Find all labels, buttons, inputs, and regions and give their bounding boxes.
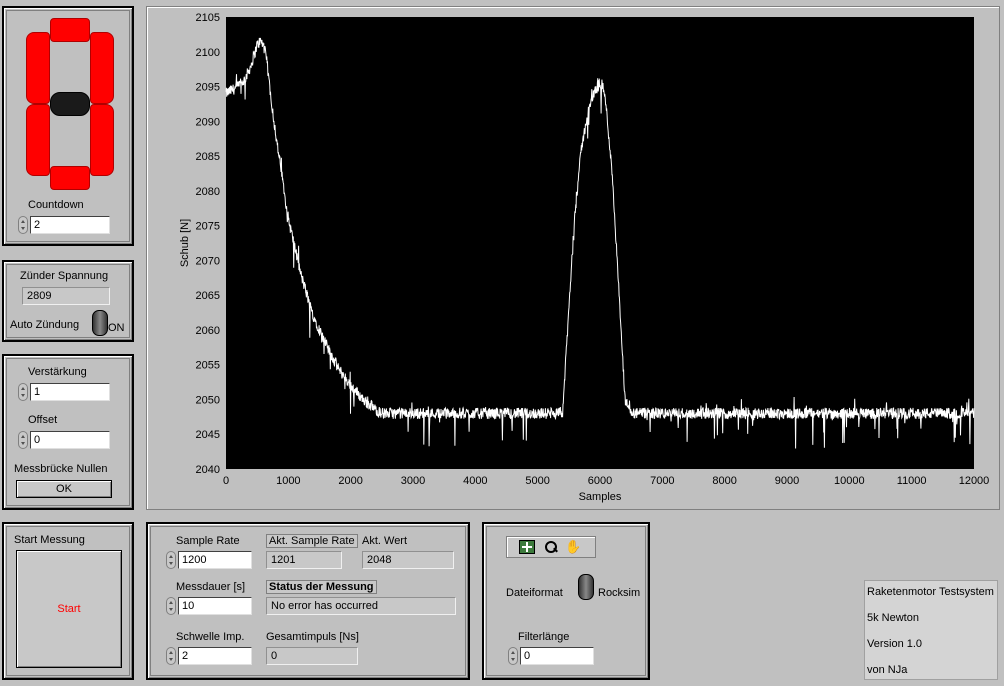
x-tick-label: 2000 <box>338 475 362 487</box>
y-axis-label: Schub [N] <box>179 219 191 267</box>
messdauer-spinner[interactable] <box>166 597 176 615</box>
x-tick-label: 12000 <box>959 475 990 487</box>
info-line-4: von NJa <box>867 664 908 676</box>
info-line-1: Raketenmotor Testsystem <box>867 586 994 598</box>
x-tick-label: 4000 <box>463 475 487 487</box>
gesamtimpuls-label: Gesamtimpuls [Ns] <box>266 631 359 643</box>
offset-spinner[interactable] <box>18 431 28 449</box>
verstaerkung-spinner[interactable] <box>18 383 28 401</box>
auto-zuendung-toggle[interactable] <box>92 310 108 336</box>
ok-button[interactable]: OK <box>16 480 112 498</box>
offset-input[interactable]: 0 <box>30 431 110 449</box>
filterlaenge-label: Filterlänge <box>518 631 570 643</box>
segment-b <box>90 32 114 104</box>
y-tick-label: 2065 <box>196 290 220 302</box>
y-tick-label: 2105 <box>196 12 220 24</box>
countdown-label: Countdown <box>28 199 84 211</box>
dateiformat-label: Dateiformat <box>506 587 563 599</box>
info-line-2: 5k Newton <box>867 612 919 624</box>
x-tick-label: 9000 <box>775 475 799 487</box>
crosshair-icon[interactable] <box>519 540 535 554</box>
start-panel: Start Messung Start <box>2 522 134 680</box>
y-tick-label: 2070 <box>196 255 220 267</box>
verstaerkung-input[interactable]: 1 <box>30 383 110 401</box>
schwelle-spinner[interactable] <box>166 647 176 665</box>
segment-a <box>50 18 90 42</box>
akt-wert-display: 2048 <box>362 551 454 569</box>
y-tick-label: 2075 <box>196 221 220 233</box>
akt-sample-rate-display: 1201 <box>266 551 342 569</box>
segment-e <box>26 104 50 176</box>
offset-label: Offset <box>28 414 58 426</box>
sample-rate-input[interactable]: 1200 <box>178 551 252 569</box>
y-tick-label: 2095 <box>196 82 220 94</box>
filterlaenge-input[interactable]: 0 <box>520 647 594 665</box>
dateiformat-value: Rocksim <box>598 587 641 599</box>
zuender-spannung-label: Zünder Spannung <box>20 270 109 282</box>
thrust-chart[interactable]: 2040 2045 2050 2055 2060 2065 2070 2075 2080 2085… <box>147 7 999 509</box>
pan-hand-icon[interactable]: ✋ <box>565 539 581 555</box>
y-tick-label: 2055 <box>196 360 220 372</box>
seven-segment-display <box>26 18 114 190</box>
x-tick-label: 10000 <box>834 475 865 487</box>
y-tick-label: 2090 <box>196 116 220 128</box>
y-tick-label: 2100 <box>196 47 220 59</box>
messbruecke-panel: Verstärkung 1 Offset 0 Messbrücke Nullen… <box>2 354 134 510</box>
verstaerkung-label: Verstärkung <box>28 366 87 378</box>
start-messung-label: Start Messung <box>14 534 85 546</box>
akt-wert-label: Akt. Wert <box>362 535 408 547</box>
sample-rate-spinner[interactable] <box>166 551 176 569</box>
dateiformat-toggle[interactable] <box>578 574 594 600</box>
y-tick-label: 2060 <box>196 325 220 337</box>
schwelle-input[interactable]: 2 <box>178 647 252 665</box>
x-tick-label: 1000 <box>276 475 300 487</box>
x-tick-label: 5000 <box>525 475 549 487</box>
x-tick-label: 6000 <box>588 475 612 487</box>
filterlaenge-spinner[interactable] <box>508 647 518 665</box>
sample-rate-label: Sample Rate <box>176 535 240 547</box>
auto-zuendung-label: Auto Zündung <box>10 319 80 331</box>
y-tick-label: 2050 <box>196 394 220 406</box>
start-button-label: Start <box>57 603 81 615</box>
y-tick-label: 2040 <box>196 464 220 476</box>
auto-zuendung-state: ON <box>108 322 125 334</box>
y-tick-label: 2085 <box>196 151 220 163</box>
segment-d <box>50 166 90 190</box>
akt-sample-rate-label: Akt. Sample Rate <box>266 534 358 548</box>
y-tick-label: 2080 <box>196 186 220 198</box>
zuender-spannung-display: 2809 <box>22 287 110 305</box>
x-tick-label: 0 <box>223 475 229 487</box>
settings-panel: Sample Rate 1200 Akt. Sample Rate 1201 A… <box>146 522 470 680</box>
schwelle-label: Schwelle Imp. <box>176 631 245 643</box>
file-panel: ✋ Dateiformat Rocksim Filterlänge 0 <box>482 522 650 680</box>
y-tick-label: 2045 <box>196 429 220 441</box>
info-line-3: Version 1.0 <box>867 638 923 650</box>
zoom-icon[interactable] <box>543 540 559 554</box>
zuender-panel: Zünder Spannung 2809 Auto Zündung ON <box>2 260 134 342</box>
countdown-input[interactable]: 2 <box>30 216 110 234</box>
gesamtimpuls-display: 0 <box>266 647 358 665</box>
segment-f <box>26 32 50 104</box>
segment-g <box>50 92 90 116</box>
x-tick-label: 11000 <box>897 475 927 487</box>
x-tick-label: 7000 <box>650 475 674 487</box>
x-axis-label: Samples <box>579 491 622 503</box>
status-display: No error has occurred <box>266 597 456 615</box>
messdauer-label: Messdauer [s] <box>176 581 246 593</box>
countdown-spinner[interactable] <box>18 216 28 234</box>
info-panel: Raketenmotor Testsystem 5k Newton Versio… <box>864 580 998 680</box>
segment-c <box>90 104 114 176</box>
x-tick-label: 3000 <box>401 475 425 487</box>
countdown-panel: Countdown 2 <box>2 6 134 246</box>
start-button[interactable]: Start <box>16 550 122 668</box>
messdauer-input[interactable]: 10 <box>178 597 252 615</box>
graph-panel: 2040 2045 2050 2055 2060 2065 2070 2075 2080 2085… <box>146 6 1000 510</box>
status-label: Status der Messung <box>266 580 377 594</box>
graph-palette: ✋ <box>506 536 596 558</box>
messbruecke-nullen-label: Messbrücke Nullen <box>14 463 108 475</box>
x-tick-label: 8000 <box>712 475 736 487</box>
